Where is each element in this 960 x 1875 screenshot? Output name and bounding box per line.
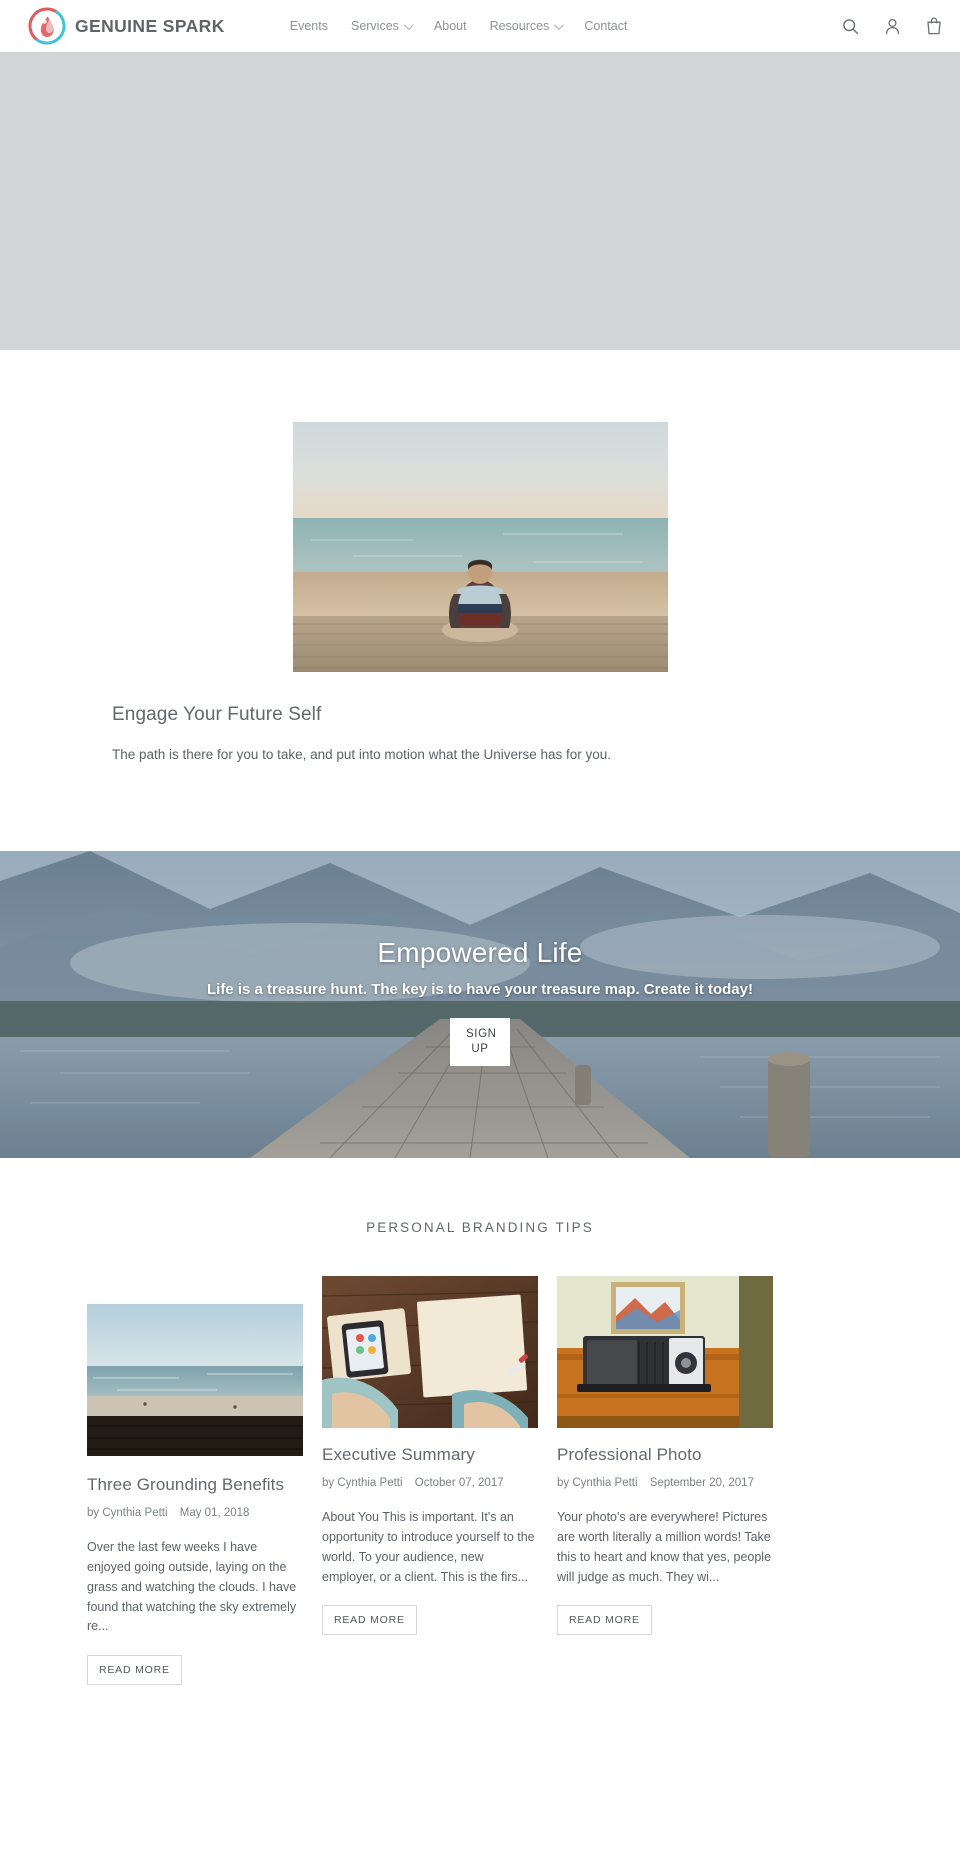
blog-post-meta: by Cynthia Petti October 07, 2017 bbox=[322, 1477, 538, 1489]
sign-up-button[interactable]: SIGN UP bbox=[450, 1018, 510, 1066]
blog-post-date: May 01, 2018 bbox=[179, 1507, 250, 1520]
nav-item-events[interactable]: Events bbox=[290, 19, 328, 33]
section-heading: PERSONAL BRANDING TIPS bbox=[366, 1220, 594, 1236]
search-icon[interactable] bbox=[842, 18, 859, 35]
blog-post-grid: Three Grounding Benefits by Cynthia Pett… bbox=[87, 1276, 873, 1686]
nav-item-resources[interactable]: Resources bbox=[489, 19, 565, 33]
nav-item-label: About bbox=[433, 19, 467, 33]
blog-card: Three Grounding Benefits by Cynthia Pett… bbox=[87, 1276, 303, 1686]
blog-post-meta: by Cynthia Petti May 01, 2018 bbox=[87, 1507, 303, 1519]
hero-placeholder-block bbox=[0, 52, 960, 350]
read-more-button[interactable]: READ MORE bbox=[87, 1655, 182, 1686]
banner-title: Empowered Life bbox=[377, 937, 583, 969]
site-header: GENUINE SPARK Events Services About Reso… bbox=[0, 0, 960, 52]
main-navigation: Events Services About Resources Contact bbox=[290, 19, 628, 33]
blog-post-date: September 20, 2017 bbox=[649, 1477, 754, 1490]
feature-image bbox=[292, 422, 668, 672]
nav-item-label: Contact bbox=[584, 19, 628, 33]
blog-post-author: by Cynthia Petti bbox=[87, 1507, 168, 1520]
nav-item-contact[interactable]: Contact bbox=[584, 19, 627, 33]
blog-post-meta: by Cynthia Petti September 20, 2017 bbox=[557, 1477, 773, 1489]
blog-card: Executive Summary by Cynthia Petti Octob… bbox=[322, 1276, 538, 1636]
chevron-down-icon bbox=[554, 19, 565, 30]
blog-thumbnail[interactable] bbox=[322, 1276, 538, 1429]
blog-post-title[interactable]: Executive Summary bbox=[322, 1445, 538, 1465]
blog-post-author: by Cynthia Petti bbox=[322, 1477, 403, 1490]
brand-name: GENUINE SPARK bbox=[75, 15, 225, 36]
chevron-down-icon bbox=[403, 19, 414, 30]
blog-thumbnail[interactable] bbox=[557, 1276, 773, 1429]
read-more-button[interactable]: READ MORE bbox=[322, 1605, 417, 1636]
nav-item-about[interactable]: About bbox=[434, 19, 467, 33]
brand-logo-link[interactable]: GENUINE SPARK bbox=[28, 7, 225, 45]
feature-title: Engage Your Future Self bbox=[112, 704, 322, 725]
empowered-life-banner: Empowered Life Life is a treasure hunt. … bbox=[0, 851, 960, 1159]
banner-content: Empowered Life Life is a treasure hunt. … bbox=[160, 937, 800, 1066]
feature-article-section: Engage Your Future Self The path is ther… bbox=[0, 350, 960, 851]
blog-card: Professional Photo by Cynthia Petti Sept… bbox=[557, 1276, 773, 1636]
nav-item-services[interactable]: Services bbox=[350, 19, 414, 33]
blog-post-date: October 07, 2017 bbox=[414, 1477, 504, 1490]
blog-thumbnail[interactable] bbox=[87, 1304, 303, 1457]
blog-post-title[interactable]: Professional Photo bbox=[557, 1445, 773, 1465]
nav-item-label: Events bbox=[289, 19, 328, 33]
blog-post-excerpt: Over the last few weeks I have enjoyed g… bbox=[87, 1540, 297, 1634]
blog-post-excerpt: About You This is important. It's an opp… bbox=[322, 1510, 535, 1584]
nav-item-label: Services bbox=[350, 19, 399, 33]
feature-body: The path is there for you to take, and p… bbox=[112, 747, 612, 762]
header-actions bbox=[842, 17, 942, 35]
read-more-button[interactable]: READ MORE bbox=[557, 1605, 652, 1636]
blog-post-title[interactable]: Three Grounding Benefits bbox=[87, 1475, 303, 1495]
flame-droplet-logo-icon bbox=[28, 7, 66, 45]
feature-text-block: Engage Your Future Self The path is ther… bbox=[30, 704, 930, 765]
account-icon[interactable] bbox=[885, 18, 900, 35]
blog-post-author: by Cynthia Petti bbox=[557, 1477, 638, 1490]
blog-post-excerpt: Your photo's are everywhere! Pictures ar… bbox=[557, 1510, 772, 1584]
banner-subtitle: Life is a treasure hunt. The key is to h… bbox=[206, 981, 753, 999]
cart-icon[interactable] bbox=[926, 17, 942, 35]
nav-item-label: Resources bbox=[489, 19, 550, 33]
personal-branding-tips-section: PERSONAL BRANDING TIPS Three Grounding B… bbox=[0, 1158, 960, 1686]
